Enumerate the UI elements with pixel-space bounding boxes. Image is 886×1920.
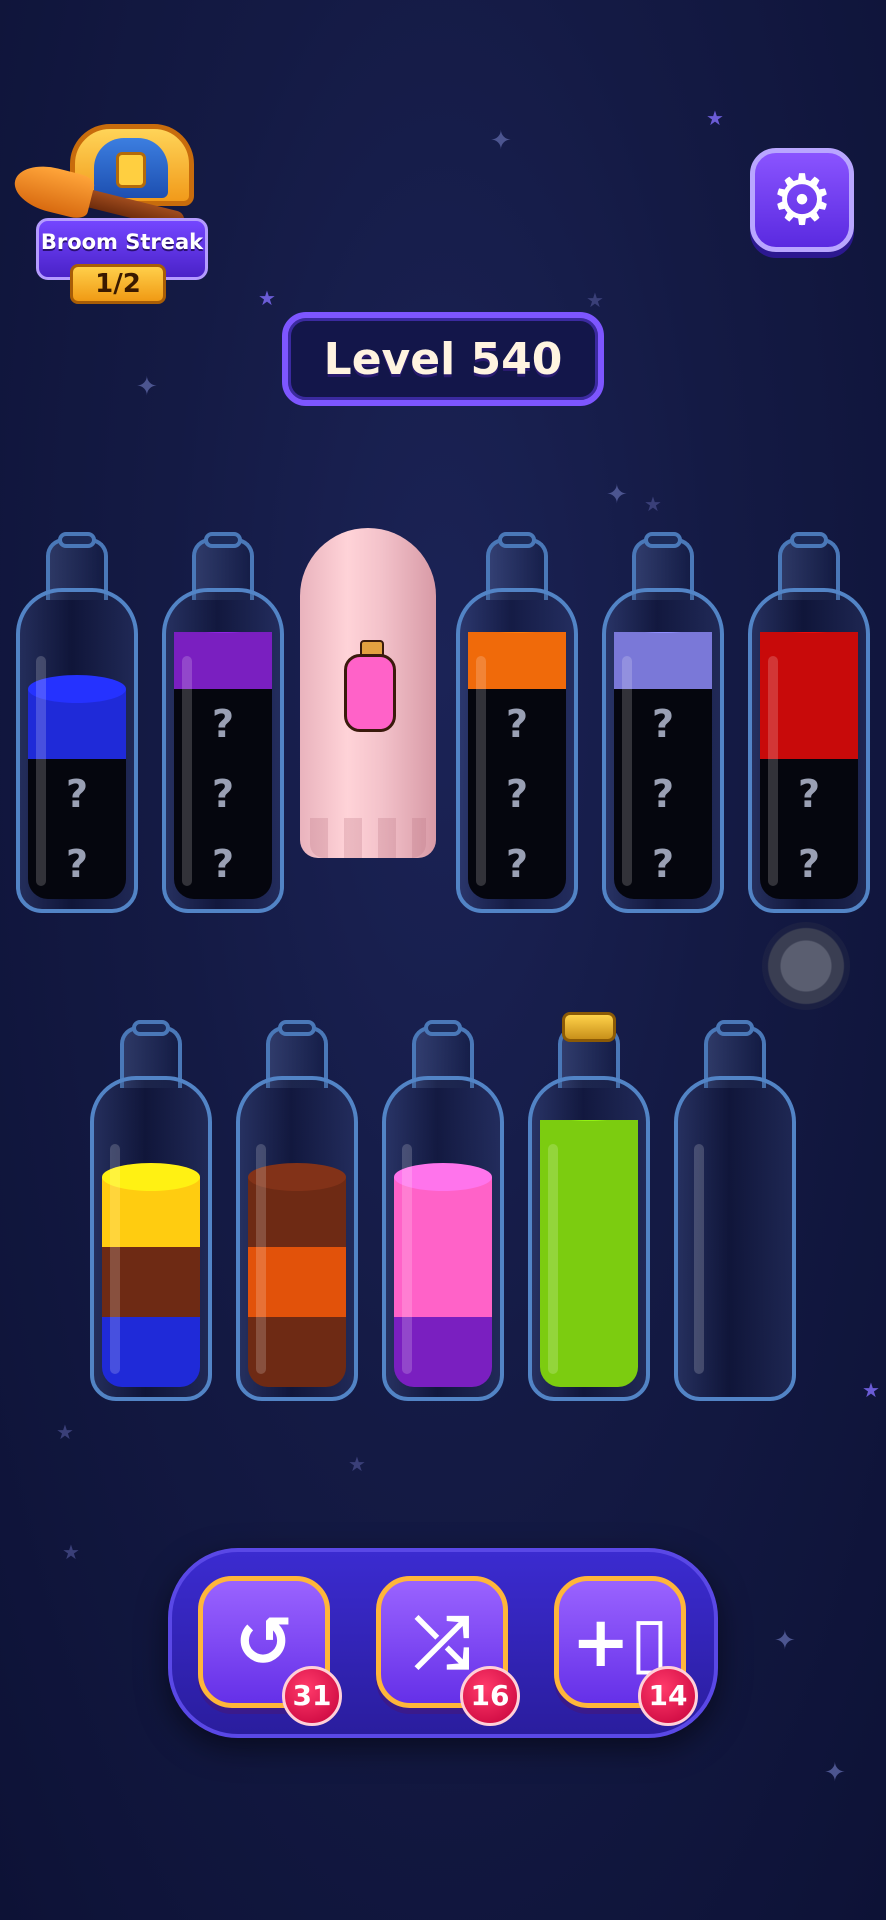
add-bottle-icon: +▯ bbox=[571, 1601, 669, 1683]
star-decoration: ★ bbox=[348, 1452, 366, 1476]
bottle-body: ?? bbox=[748, 588, 870, 913]
bottle-body bbox=[90, 1076, 212, 1401]
bottle-body bbox=[236, 1076, 358, 1401]
bottle[interactable] bbox=[382, 1020, 504, 1401]
star-decoration: ★ bbox=[644, 492, 662, 516]
bottle[interactable]: ??? bbox=[456, 532, 578, 913]
streak-count: 1/2 bbox=[70, 264, 166, 304]
streak-label: Broom Streak bbox=[40, 230, 204, 254]
settings-button[interactable]: ⚙ bbox=[750, 148, 854, 252]
bottle[interactable]: ?? bbox=[16, 532, 138, 913]
bottle-body: ??? bbox=[602, 588, 724, 913]
bottle-body bbox=[528, 1076, 650, 1401]
bottle[interactable]: ??? bbox=[602, 532, 724, 913]
sparkle-decoration: ✦ bbox=[490, 126, 512, 156]
sparkle-decoration: ✦ bbox=[136, 372, 158, 402]
touch-indicator bbox=[762, 922, 850, 1010]
level-badge: Level 540 bbox=[282, 312, 604, 406]
bottle-body: ??? bbox=[456, 588, 578, 913]
bottle[interactable] bbox=[236, 1020, 358, 1401]
star-decoration: ★ bbox=[586, 288, 604, 312]
mini-bottle-icon bbox=[344, 640, 396, 732]
star-decoration: ★ bbox=[862, 1378, 880, 1402]
lock-icon bbox=[116, 152, 146, 188]
star-decoration: ★ bbox=[56, 1420, 74, 1444]
star-decoration: ★ bbox=[62, 1540, 80, 1564]
star-decoration: ★ bbox=[258, 286, 276, 310]
bottle[interactable]: ??? bbox=[162, 532, 284, 913]
sparkle-decoration: ✦ bbox=[606, 480, 628, 510]
powerup-count-badge: 31 bbox=[282, 1666, 342, 1726]
bottle-body: ??? bbox=[162, 588, 284, 913]
sparkle-decoration: ✦ bbox=[774, 1626, 796, 1656]
powerup-count-badge: 14 bbox=[638, 1666, 698, 1726]
bottle[interactable] bbox=[528, 1012, 650, 1401]
powerup-count-badge: 16 bbox=[460, 1666, 520, 1726]
bottle[interactable] bbox=[90, 1020, 212, 1401]
cork-icon bbox=[562, 1012, 616, 1042]
bottle-body bbox=[674, 1076, 796, 1401]
shuffle-icon: ⤮ bbox=[414, 1601, 470, 1683]
star-decoration: ★ bbox=[706, 106, 724, 130]
potion-icon bbox=[344, 654, 396, 732]
bottle[interactable] bbox=[674, 1020, 796, 1401]
bottle-body bbox=[382, 1076, 504, 1401]
bottle-body: ?? bbox=[16, 588, 138, 913]
level-title: Level 540 bbox=[323, 333, 563, 385]
sparkle-decoration: ✦ bbox=[824, 1758, 846, 1788]
undo-icon: ↺ bbox=[234, 1601, 294, 1683]
bottle[interactable]: ?? bbox=[748, 532, 870, 913]
broom-streak-chest[interactable]: Broom Streak 1/2 bbox=[9, 118, 210, 304]
gear-icon: ⚙ bbox=[770, 159, 834, 241]
